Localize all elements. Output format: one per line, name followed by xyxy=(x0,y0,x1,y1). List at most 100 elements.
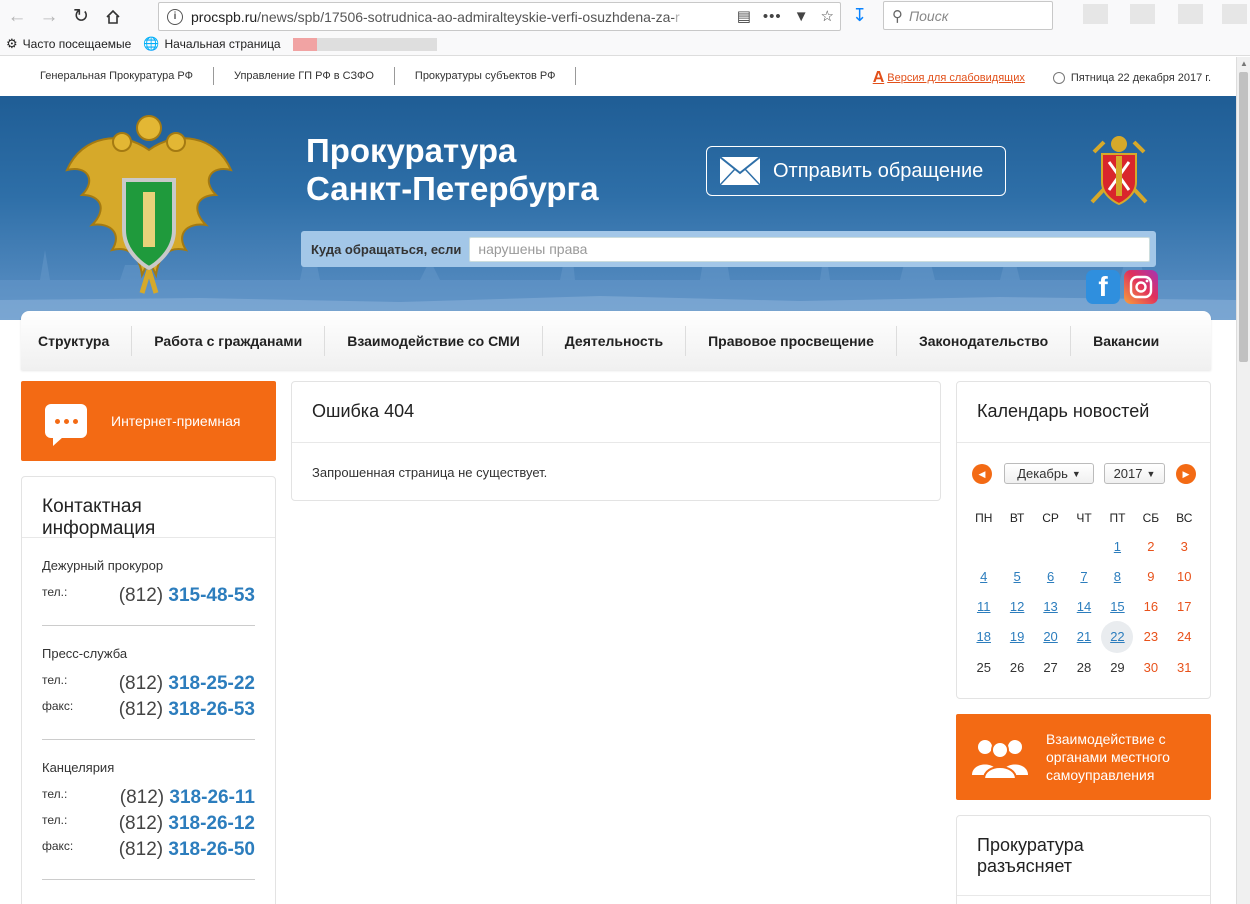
month-select[interactable]: Декабрь ▼ xyxy=(1004,463,1094,484)
weekday-label: ВТ xyxy=(1009,511,1025,525)
calendar-day[interactable]: 15 xyxy=(1101,592,1134,622)
search-input[interactable]: ⚲ Поиск xyxy=(883,1,1053,30)
phone-code: (812) xyxy=(118,839,164,860)
caret-down-icon: ▼ xyxy=(1071,468,1081,479)
phone-digits: 318-26-50 xyxy=(168,839,255,860)
blurred-extension xyxy=(1222,4,1247,24)
home-icon[interactable] xyxy=(100,4,126,30)
error-message: Запрошенная страница не существует. xyxy=(312,465,548,480)
where-to-go-input[interactable]: нарушены права xyxy=(469,236,1150,262)
url-faded-tail: r xyxy=(675,8,680,25)
calendar-day[interactable]: 22 xyxy=(1101,621,1134,653)
bookmark-most-visited[interactable]: ⚙ Часто посещаемые xyxy=(6,36,131,52)
municipal-label-line: органами местного xyxy=(1046,749,1170,765)
fax-number[interactable]: (812) 318-26-50 xyxy=(119,839,255,861)
contact-info-panel: Контактная информация Дежурный прокурор … xyxy=(21,476,276,904)
calendar-day: 25 xyxy=(976,660,991,675)
nav-citizens[interactable]: Работа с гражданами xyxy=(132,325,326,356)
phone-number[interactable]: (812) 318-26-12 xyxy=(119,813,255,835)
link-regional-offices[interactable]: Прокуратуры субъектов РФ xyxy=(395,67,577,85)
low-vision-label: Версия для слабовидящих xyxy=(887,72,1025,84)
reload-icon[interactable]: ↻ xyxy=(68,4,94,30)
phone-number[interactable]: (812) 315-48-53 xyxy=(119,585,255,607)
calendar-day[interactable]: 19 xyxy=(1000,622,1033,652)
explains-title[interactable]: Прокуратура разъясняет xyxy=(957,816,1210,896)
year-value: 2017 xyxy=(1113,466,1143,481)
forward-arrow-icon[interactable]: → xyxy=(36,4,62,30)
calendar-day: 9 xyxy=(1147,569,1155,584)
weekday-label: ПН xyxy=(975,511,993,525)
low-vision-link[interactable]: A Версия для слабовидящих xyxy=(873,69,1025,87)
calendar-day[interactable]: 4 xyxy=(967,562,1000,592)
explains-title-line: Прокуратура xyxy=(977,835,1084,855)
bookmarks-bar: ⚙ Часто посещаемые 🌐 Начальная страница xyxy=(0,33,1250,56)
calendar-day[interactable]: 18 xyxy=(967,622,1000,652)
instagram-icon[interactable] xyxy=(1124,270,1158,304)
blurred-bookmark xyxy=(316,37,437,51)
nav-structure[interactable]: Структура xyxy=(21,325,133,356)
weekday-label: СР xyxy=(1042,511,1059,525)
page-scrollbar[interactable]: ▲ xyxy=(1236,57,1250,904)
reader-view-icon[interactable]: ▤ xyxy=(737,7,751,25)
envelope-icon xyxy=(719,156,761,186)
download-icon[interactable]: ↧ xyxy=(852,5,867,26)
site-title[interactable]: Прокуратура Санкт-Петербурга xyxy=(306,132,599,208)
calendar-day[interactable]: 7 xyxy=(1067,562,1100,592)
contact-info-title: Контактная информация xyxy=(22,477,275,539)
phone-digits: 318-26-12 xyxy=(168,813,255,834)
calendar-day: 10 xyxy=(1177,569,1192,584)
page-actions-icon[interactable]: ••• xyxy=(763,8,782,25)
calendar-controls: ◀ Декабрь ▼ 2017 ▼ ▶ xyxy=(957,443,1210,487)
calendar-day[interactable]: 11 xyxy=(967,592,1000,622)
nav-legal-education[interactable]: Правовое просвещение xyxy=(686,325,897,356)
nav-legislation[interactable]: Законодательство xyxy=(897,325,1072,356)
nav-media[interactable]: Взаимодействие со СМИ xyxy=(325,325,543,356)
calendar-day: 28 xyxy=(1076,660,1092,675)
calendar-day[interactable]: 20 xyxy=(1034,622,1067,652)
calendar-day[interactable]: 21 xyxy=(1067,622,1100,652)
phone-number[interactable]: (812) 318-26-11 xyxy=(120,787,255,809)
calendar-day: 16 xyxy=(1143,599,1159,614)
calendar-day[interactable]: 12 xyxy=(1000,592,1033,622)
link-general-prosecutor[interactable]: Генеральная Прокуратура РФ xyxy=(20,67,214,85)
pocket-icon[interactable]: ▼ xyxy=(794,8,809,25)
phone-digits: 315-48-53 xyxy=(168,585,255,606)
bookmark-star-icon[interactable]: ☆ xyxy=(821,7,834,25)
calendar-day[interactable]: 8 xyxy=(1101,562,1134,592)
phone-number[interactable]: (812) 318-25-22 xyxy=(119,673,255,695)
calendar-day[interactable]: 5 xyxy=(1000,562,1033,592)
scrollbar-thumb[interactable] xyxy=(1239,72,1248,362)
site-info-icon[interactable]: i xyxy=(167,8,183,25)
next-month-icon[interactable]: ▶ xyxy=(1176,464,1196,484)
contact-group: Пресс-служба тел.: (812) 318-25-22 факс:… xyxy=(42,626,255,740)
nav-activity[interactable]: Деятельность xyxy=(543,325,687,356)
calendar-day: 24 xyxy=(1177,629,1192,644)
nav-vacancies[interactable]: Вакансии xyxy=(1071,326,1159,356)
spb-coat-of-arms-logo xyxy=(1090,136,1148,206)
calendar-day[interactable]: 1 xyxy=(1101,532,1134,562)
facebook-icon[interactable]: f xyxy=(1086,270,1120,304)
date-text: Пятница 22 декабря 2017 г. xyxy=(1070,72,1211,84)
address-bar[interactable]: i procspb.ru /news/spb/17506-sotrudnica-… xyxy=(158,2,841,31)
previous-month-icon[interactable]: ◀ xyxy=(972,464,992,484)
calendar-day[interactable]: 6 xyxy=(1034,562,1067,592)
calendar-week-row: 12 3 xyxy=(967,532,1201,562)
fax-number[interactable]: (812) 318-26-53 xyxy=(119,699,255,721)
link-szfo-office[interactable]: Управление ГП РФ в СЗФО xyxy=(214,67,395,85)
municipal-interaction-button[interactable]: Взаимодействие с органами местного самоу… xyxy=(956,714,1211,800)
phone-digits: 318-26-11 xyxy=(169,787,255,808)
blurred-extension xyxy=(1083,4,1108,24)
back-arrow-icon[interactable]: ← xyxy=(4,4,30,30)
calendar-day[interactable]: 14 xyxy=(1067,592,1100,622)
prosecutor-emblem-logo xyxy=(65,115,233,294)
chat-bubble-icon xyxy=(45,404,87,446)
calendar-day[interactable]: 13 xyxy=(1034,592,1067,622)
bookmark-home-page[interactable]: 🌐 Начальная страница xyxy=(143,36,280,52)
calendar-day: 29 xyxy=(1110,660,1125,675)
year-select[interactable]: 2017 ▼ xyxy=(1104,463,1165,484)
internet-reception-button[interactable]: Интернет-приемная xyxy=(21,381,276,461)
scroll-up-icon[interactable]: ▲ xyxy=(1240,59,1248,68)
send-appeal-button[interactable]: Отправить обращение xyxy=(706,146,1006,196)
phone-code: (812) xyxy=(118,813,164,834)
contact-group: Канцелярия тел.: (812) 318-26-11 тел.: (… xyxy=(42,740,255,880)
